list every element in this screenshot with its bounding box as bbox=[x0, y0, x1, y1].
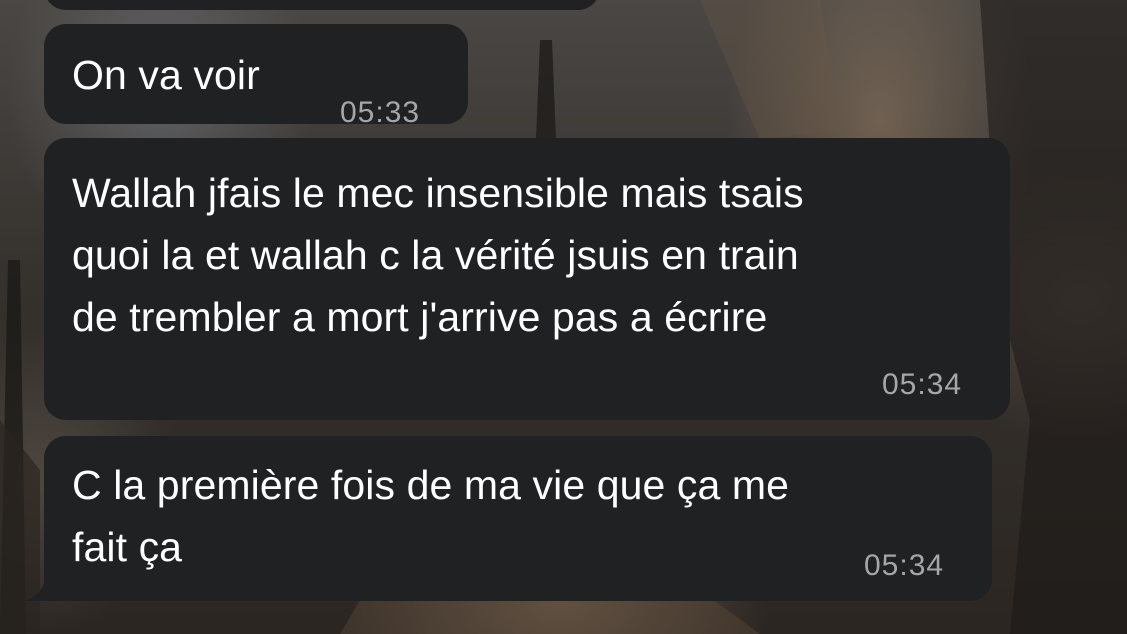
message-timestamp: 05:34 bbox=[882, 368, 963, 401]
message-bubble[interactable]: C la première fois de ma vie que ça me f… bbox=[44, 436, 992, 601]
bubble-tail bbox=[24, 578, 54, 601]
message-text: On va voir bbox=[72, 52, 260, 98]
message-timestamp: 05:33 bbox=[340, 96, 421, 129]
message-timestamp: 05:34 bbox=[864, 549, 945, 582]
message-text: Wallah jfais le mec insensible mais tsai… bbox=[72, 170, 804, 340]
message-bubble[interactable]: On va voir 05:33 bbox=[44, 24, 468, 129]
message-text: C la première fois de ma vie que ça me f… bbox=[72, 462, 790, 570]
message-bubble[interactable]: Wallah jfais le mec insensible mais tsai… bbox=[44, 138, 1010, 420]
message-bubble-partial bbox=[44, 0, 600, 10]
